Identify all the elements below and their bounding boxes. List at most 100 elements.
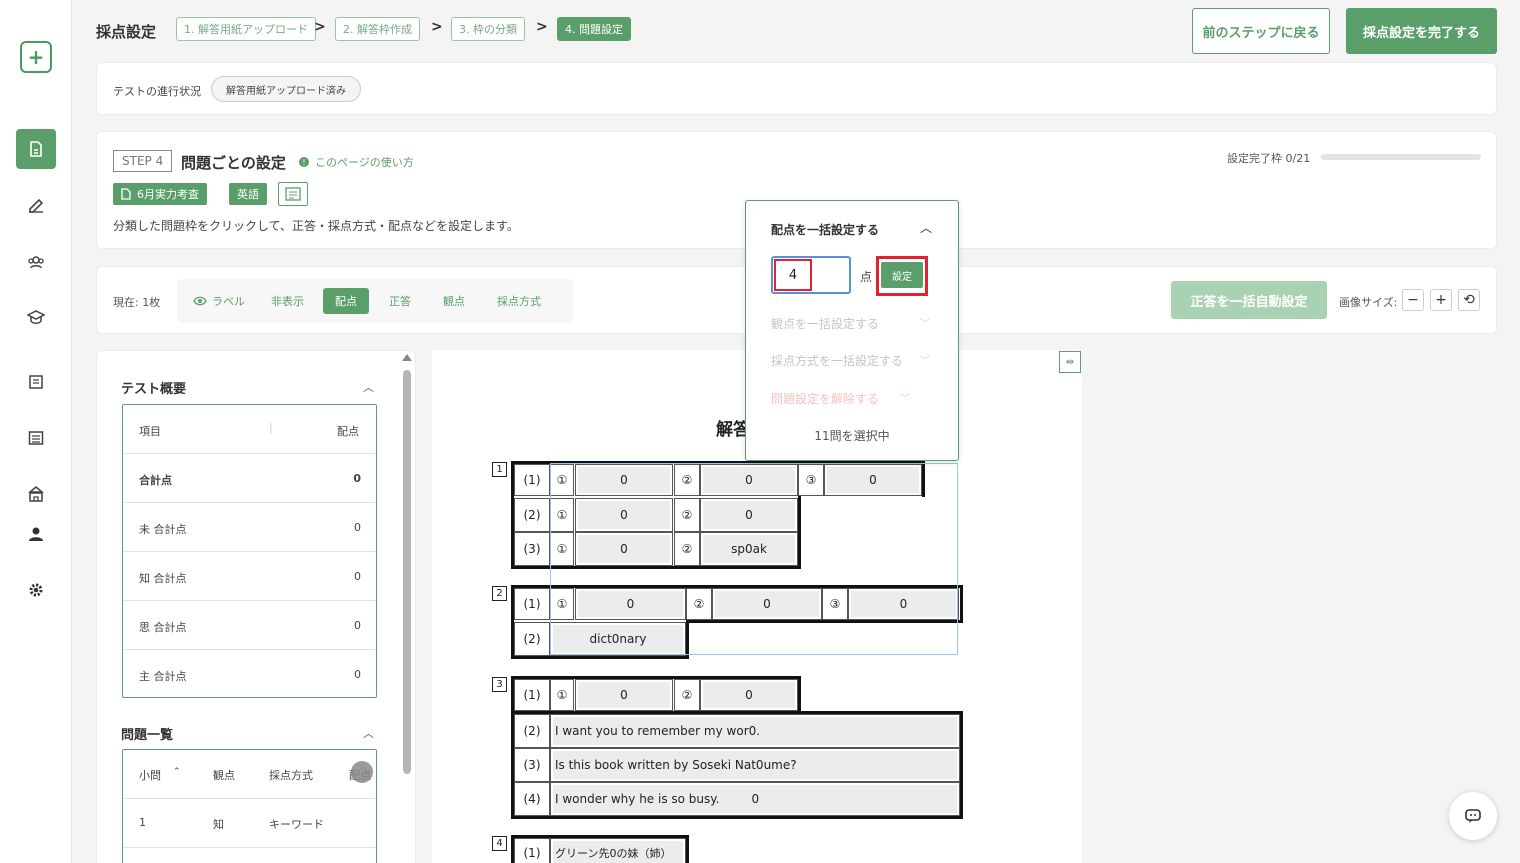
answer-score: 0: [751, 792, 760, 806]
answer-box[interactable]: I want you to remember my wor0.: [550, 714, 960, 748]
scroll-right-icon[interactable]: [351, 761, 373, 783]
sidebar-item-teacher[interactable]: [22, 304, 50, 332]
left-panel: テスト概要 ︿ 項目 | 配点 合計点 0 未 合計点 0 知 合計点 0 思 合計点…: [96, 350, 416, 863]
sheet-toggle-icon[interactable]: [278, 182, 308, 206]
answer-box[interactable]: 0: [700, 464, 798, 496]
list-icon: [28, 431, 44, 445]
step-1[interactable]: 1. 解答用紙アップロード: [176, 17, 316, 41]
subq-number: (1): [514, 588, 550, 620]
chevron-up-icon[interactable]: ︿: [920, 219, 932, 236]
question-number: 4: [492, 836, 507, 851]
answer-box[interactable]: 0: [824, 464, 922, 496]
subq-number: (2): [514, 622, 550, 656]
sidebar-item-user[interactable]: [22, 520, 50, 548]
circled-number: ③: [798, 464, 824, 496]
split-toggle-icon[interactable]: ⇹: [1059, 351, 1081, 373]
zoom-in-button[interactable]: +: [1430, 289, 1452, 311]
tab-method[interactable]: 採点方式: [485, 288, 553, 314]
summary-value: 0: [354, 619, 361, 632]
summary-key: 未 合計点: [139, 523, 187, 536]
step-badge: STEP 4: [113, 150, 173, 172]
tab-answer[interactable]: 正答: [377, 288, 423, 314]
reset-zoom-button[interactable]: ⟲: [1458, 289, 1480, 311]
step-title: 問題ごとの設定: [181, 154, 286, 172]
clear-settings-item[interactable]: 問題設定を解除する: [771, 390, 879, 407]
summary-key: 合計点: [139, 474, 172, 487]
circled-number: ②: [674, 679, 700, 711]
step-2[interactable]: 2. 解答枠作成: [335, 17, 420, 41]
add-new-icon[interactable]: +: [20, 41, 52, 73]
circled-number: ②: [674, 498, 700, 532]
tab-hidden[interactable]: 非表示: [259, 288, 316, 314]
answer-box[interactable]: Is this book written by Soseki Nat0ume?: [550, 748, 960, 782]
scrollbar-thumb[interactable]: [403, 370, 411, 774]
answer-box[interactable]: 0: [575, 464, 673, 496]
summary-value: 0: [354, 521, 361, 534]
progress-label: 設定完了枠 0/21: [1227, 152, 1311, 165]
row-view: 知: [213, 818, 224, 831]
step-3[interactable]: 3. 枠の分類: [451, 17, 525, 41]
tab-viewpoint[interactable]: 観点: [431, 288, 477, 314]
answer-box[interactable]: 0: [575, 532, 673, 566]
circled-number: ①: [550, 464, 574, 496]
subq-number: (3): [514, 532, 550, 566]
answer-text: I wonder why he is so busy.: [555, 792, 720, 806]
howto-link[interactable]: ! このページの使い方: [299, 154, 414, 170]
sidebar-item-exam[interactable]: [22, 368, 50, 396]
answer-box[interactable]: 0: [700, 498, 798, 532]
answer-box[interactable]: 0: [848, 588, 959, 620]
chevron-down-icon: ﹀: [920, 319, 930, 330]
answer-box[interactable]: I wonder why he is so busy. 0: [550, 782, 960, 816]
back-button[interactable]: 前のステップに戻る: [1192, 8, 1330, 54]
col-no[interactable]: 小問: [139, 767, 161, 783]
zoom-out-button[interactable]: −: [1402, 289, 1424, 311]
chevron-up-icon[interactable]: ︿: [363, 725, 374, 741]
bulk-viewpoint-item[interactable]: 観点を一括設定する: [771, 315, 879, 332]
points-input-value[interactable]: 4: [774, 259, 812, 291]
summary-value: 0: [354, 570, 361, 583]
set-button[interactable]: 設定: [881, 262, 923, 288]
sidebar-item-grading[interactable]: [16, 129, 56, 169]
chevron-down-icon: ﹀: [900, 394, 910, 405]
finish-button[interactable]: 採点設定を完了する: [1346, 8, 1497, 54]
sidebar-item-edit[interactable]: [22, 191, 50, 219]
tab-label[interactable]: ラベル: [181, 288, 257, 314]
answer-box[interactable]: sp0ak: [700, 532, 798, 566]
answer-box[interactable]: グリーン先0の妹（姉）: [550, 838, 686, 863]
scroll-up-icon[interactable]: [402, 354, 412, 361]
sidebar-item-school[interactable]: [22, 480, 50, 508]
sidebar-item-group[interactable]: [22, 248, 50, 276]
sidebar-item-list[interactable]: [22, 424, 50, 452]
sidebar-item-settings[interactable]: [22, 576, 50, 604]
subject-tag: 英語: [229, 183, 267, 205]
question-table: 小問 ⌃ 観点 採点方式 配点 1 知 キーワード: [122, 749, 377, 863]
subq-number: (1): [514, 679, 550, 711]
chevron-right-icon: >: [314, 19, 326, 35]
subq-number: (4): [514, 782, 550, 816]
auto-answer-button[interactable]: 正答を一括自動設定: [1171, 281, 1327, 319]
question-table-header: 小問 ⌃ 観点 採点方式 配点: [123, 750, 376, 799]
summary-key: 思 合計点: [139, 621, 187, 634]
circled-number: ③: [822, 588, 848, 620]
table-row[interactable]: 1 知 キーワード: [123, 799, 376, 848]
answer-box[interactable]: 0: [575, 588, 686, 620]
bulk-method-item[interactable]: 採点方式を一括設定する: [771, 352, 903, 369]
sort-icon[interactable]: ⌃: [173, 767, 181, 777]
answer-box[interactable]: 0: [575, 679, 673, 711]
answer-box[interactable]: 0: [700, 679, 798, 711]
circled-number: ①: [550, 532, 574, 566]
col-method: 採点方式: [269, 769, 313, 782]
circled-number: ①: [550, 498, 574, 532]
chat-button[interactable]: [1449, 792, 1497, 840]
row-method: キーワード: [269, 818, 324, 831]
step-4[interactable]: 4. 問題設定: [557, 17, 631, 41]
status-badge: 解答用紙アップロード済み: [211, 76, 361, 102]
points-unit: 点: [860, 270, 873, 284]
answer-box[interactable]: 0: [712, 588, 822, 620]
tab-points[interactable]: 配点: [323, 288, 369, 314]
answer-box[interactable]: dict0nary: [550, 622, 686, 656]
step-description: 分類した問題枠をクリックして、正答・採点方式・配点などを設定します。: [113, 219, 519, 233]
popup-title: 配点を一括設定する: [771, 223, 880, 237]
chevron-up-icon[interactable]: ︿: [363, 379, 374, 395]
answer-box[interactable]: 0: [575, 498, 673, 532]
